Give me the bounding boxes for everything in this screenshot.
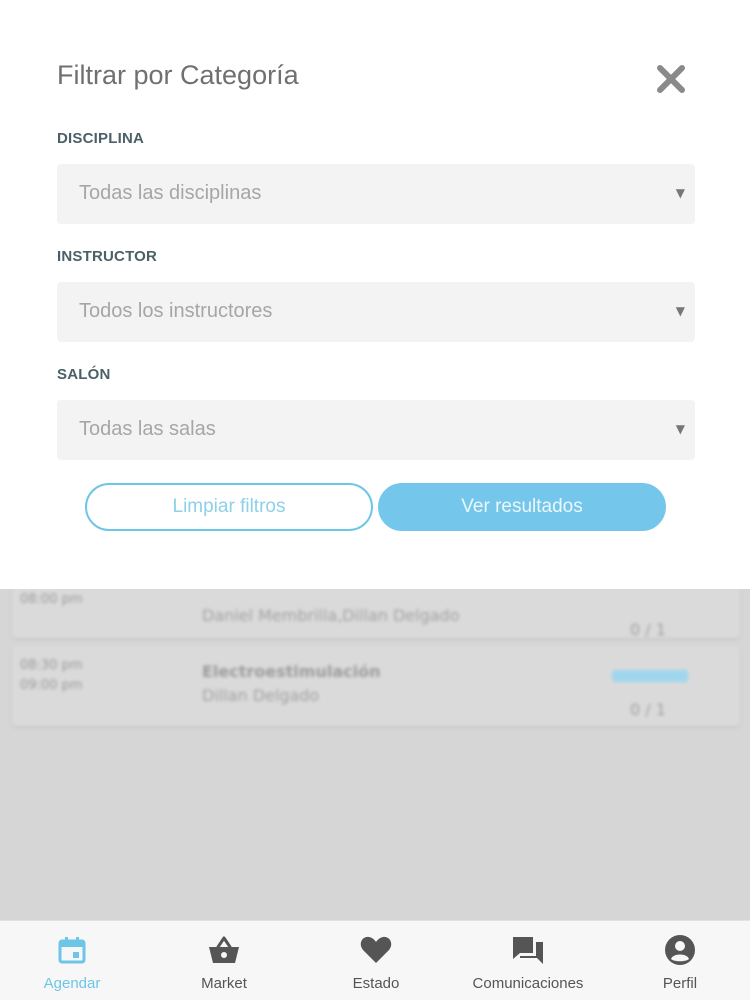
- nav-label: Agendar: [43, 975, 101, 992]
- nav-label: Comunicaciones: [472, 975, 584, 992]
- room-select-value: Todas las salas: [79, 418, 216, 440]
- nav-item-agendar[interactable]: Agendar: [22, 921, 122, 1000]
- instructor-label: INSTRUCTOR: [57, 248, 158, 265]
- bottom-navigation: Agendar Market Estado Comunicaciones Per…: [0, 920, 750, 1000]
- profile-icon: [664, 933, 696, 967]
- dropdown-arrow-icon: ▼: [675, 422, 685, 436]
- nav-item-market[interactable]: Market: [174, 921, 274, 1000]
- close-button[interactable]: [654, 62, 688, 96]
- instructor-select-value: Todos los instructores: [79, 300, 273, 322]
- nav-label: Perfil: [662, 975, 698, 992]
- reserve-button: [612, 670, 688, 682]
- dropdown-arrow-icon: ▼: [675, 304, 685, 318]
- class-time-start: 08:30 pm: [20, 658, 83, 673]
- heart-icon: [360, 933, 392, 967]
- instructor-select[interactable]: Todos los instructores ▼: [57, 282, 695, 342]
- class-instructors: Daniel Membrilla,Dillan Delgado: [202, 606, 460, 625]
- modal-title: Filtrar por Categoría: [57, 60, 299, 90]
- filter-modal: Filtrar por Categoría DISCIPLINA Todas l…: [0, 0, 750, 589]
- nav-item-comunicaciones[interactable]: Comunicaciones: [456, 921, 600, 1000]
- room-select[interactable]: Todas las salas ▼: [57, 400, 695, 460]
- class-slots: 0 / 1: [630, 620, 666, 639]
- dropdown-arrow-icon: ▼: [675, 186, 685, 200]
- close-icon: [657, 65, 685, 93]
- class-slots: 0 / 1: [630, 700, 666, 719]
- view-results-button[interactable]: Ver resultados: [378, 483, 666, 531]
- nav-label: Estado: [352, 975, 400, 992]
- nav-item-perfil[interactable]: Perfil: [630, 921, 730, 1000]
- class-time-end: 09:00 pm: [20, 678, 83, 693]
- nav-item-estado[interactable]: Estado: [326, 921, 426, 1000]
- basket-icon: [207, 933, 241, 967]
- nav-label: Market: [201, 975, 247, 992]
- discipline-label: DISCIPLINA: [57, 130, 145, 147]
- calendar-icon: [57, 933, 87, 967]
- class-time-start: 08:00 pm: [20, 592, 83, 607]
- discipline-select[interactable]: Todas las disciplinas ▼: [57, 164, 695, 224]
- room-label: SALÓN: [57, 366, 111, 383]
- schedule-card: 08:30 pm 09:00 pm Electroestimulación Di…: [12, 646, 740, 726]
- class-name: Electroestimulación: [202, 662, 381, 681]
- chat-icon: [511, 933, 545, 967]
- discipline-select-value: Todas las disciplinas: [79, 182, 262, 204]
- class-instructors: Dillan Delgado: [202, 686, 320, 705]
- clear-filters-button[interactable]: Limpiar filtros: [85, 483, 373, 531]
